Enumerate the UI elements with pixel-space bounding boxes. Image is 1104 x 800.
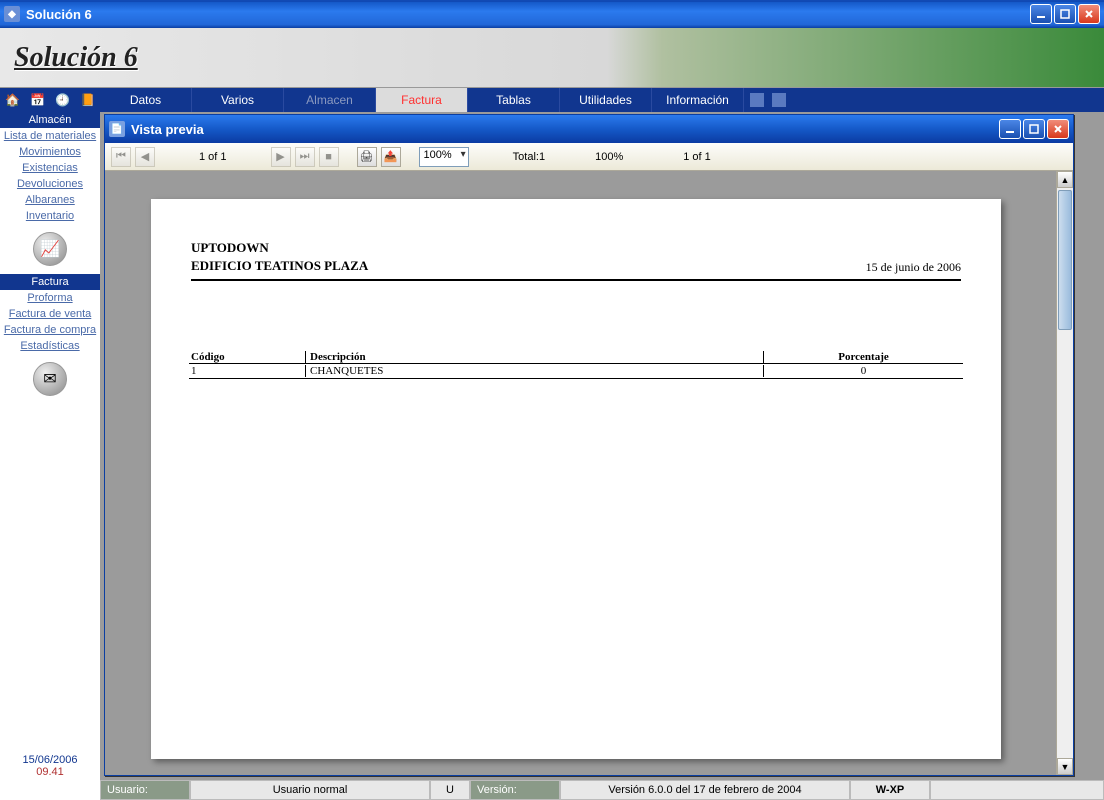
clock-icon[interactable]: 🕘	[55, 92, 71, 108]
page-of-label: 1 of 1	[677, 151, 717, 163]
close-button[interactable]	[1078, 4, 1100, 24]
page-area: UPTODOWN EDIFICIO TEATINOS PLAZA 15 de j…	[105, 171, 1073, 775]
minimize-button[interactable]	[1030, 4, 1052, 24]
nav-tray-icons	[744, 88, 792, 112]
preview-window-icon: 📄	[109, 121, 125, 137]
document-page: UPTODOWN EDIFICIO TEATINOS PLAZA 15 de j…	[151, 199, 1001, 759]
app-titlebar: ◆ Solución 6	[0, 0, 1104, 28]
sidebar-link-factura-compra[interactable]: Factura de compra	[0, 322, 100, 338]
doc-company-line1: UPTODOWN	[191, 239, 368, 257]
main-menu: 🏠 📅 🕘 📙 Datos Varios Almacen Factura Tab…	[0, 88, 1104, 112]
zoom-select[interactable]: 100%	[419, 147, 469, 167]
sidebar-link-albaranes[interactable]: Albaranes	[0, 192, 100, 208]
preview-window: 📄 Vista previa ⏮ ◀ 1 of 1 ▶ ⏭ ■ 🖨 📤 100%	[104, 114, 1074, 776]
status-bar: Usuario: Usuario normal U Versión: Versi…	[0, 780, 1104, 800]
book-icon[interactable]: 📙	[80, 92, 96, 108]
stop-button[interactable]: ■	[319, 147, 339, 167]
nav-factura[interactable]: Factura	[376, 88, 468, 112]
sidebar-time: 09.41	[36, 766, 64, 778]
scroll-down-button[interactable]: ▼	[1057, 758, 1073, 775]
calendar-icon[interactable]: 📅	[30, 92, 46, 108]
nav-icon-group: 🏠 📅 🕘 📙	[0, 88, 100, 112]
nav-tablas[interactable]: Tablas	[468, 88, 560, 112]
app-title: Solución 6	[26, 7, 1028, 22]
preview-title: Vista previa	[131, 122, 997, 137]
banner-title: Solución 6	[14, 42, 138, 74]
print-button[interactable]: 🖨	[357, 147, 377, 167]
sidebar-head-factura: Factura	[0, 274, 100, 290]
col-header-porcentaje: Porcentaje	[763, 351, 963, 363]
nav-almacen[interactable]: Almacen	[284, 88, 376, 112]
doc-table: Código Descripción Porcentaje 1 CHANQUET…	[189, 351, 963, 379]
preview-maximize-button[interactable]	[1023, 119, 1045, 139]
export-button[interactable]: 📤	[381, 147, 401, 167]
maximize-button[interactable]	[1054, 4, 1076, 24]
preview-toolbar: ⏮ ◀ 1 of 1 ▶ ⏭ ■ 🖨 📤 100% Total:1 100% 1…	[105, 143, 1073, 171]
cell-descripcion: CHANQUETES	[305, 365, 763, 377]
total-label: Total:1	[507, 151, 551, 163]
status-os: W-XP	[850, 780, 930, 800]
mail-icon[interactable]: ✉	[33, 362, 67, 396]
preview-titlebar: 📄 Vista previa	[105, 115, 1073, 143]
nav-informacion[interactable]: Información	[652, 88, 744, 112]
prev-page-button[interactable]: ◀	[135, 147, 155, 167]
preview-close-button[interactable]	[1047, 119, 1069, 139]
page-counter-label: 1 of 1	[193, 151, 233, 163]
cell-porcentaje: 0	[763, 365, 963, 377]
scroll-up-button[interactable]: ▲	[1057, 171, 1073, 188]
nav-datos[interactable]: Datos	[100, 88, 192, 112]
sidebar-date: 15/06/2006	[22, 754, 77, 766]
scroll-track[interactable]	[1057, 188, 1073, 758]
workspace: 📄 Vista previa ⏮ ◀ 1 of 1 ▶ ⏭ ■ 🖨 📤 100%	[100, 112, 1104, 780]
next-page-button[interactable]: ▶	[271, 147, 291, 167]
sidebar: Almacén Lista de materiales Movimientos …	[0, 112, 100, 780]
home-icon[interactable]: 🏠	[5, 92, 21, 108]
col-header-descripcion: Descripción	[305, 351, 763, 363]
sidebar-link-movimientos[interactable]: Movimientos	[0, 144, 100, 160]
zoom-percent-label: 100%	[589, 151, 629, 163]
sidebar-head-almacen: Almacén	[0, 112, 100, 128]
cell-codigo: 1	[189, 365, 305, 377]
tray-icon-2[interactable]	[772, 93, 786, 107]
table-row: 1 CHANQUETES 0	[189, 364, 963, 379]
nav-varios[interactable]: Varios	[192, 88, 284, 112]
status-spacer	[930, 780, 1104, 800]
status-usuario-label: Usuario:	[100, 780, 190, 800]
status-u: U	[430, 780, 470, 800]
sidebar-link-factura-venta[interactable]: Factura de venta	[0, 306, 100, 322]
scroll-thumb[interactable]	[1058, 190, 1072, 330]
sidebar-link-lista-materiales[interactable]: Lista de materiales	[0, 128, 100, 144]
first-page-button[interactable]: ⏮	[111, 147, 131, 167]
doc-company-line2: EDIFICIO TEATINOS PLAZA	[191, 257, 368, 275]
vertical-scrollbar[interactable]: ▲ ▼	[1056, 171, 1073, 775]
status-usuario-value: Usuario normal	[190, 780, 430, 800]
sidebar-link-proforma[interactable]: Proforma	[0, 290, 100, 306]
last-page-button[interactable]: ⏭	[295, 147, 315, 167]
sidebar-link-existencias[interactable]: Existencias	[0, 160, 100, 176]
sidebar-link-devoluciones[interactable]: Devoluciones	[0, 176, 100, 192]
nav-utilidades[interactable]: Utilidades	[560, 88, 652, 112]
tray-icon-1[interactable]	[750, 93, 764, 107]
sidebar-link-estadisticas[interactable]: Estadísticas	[0, 338, 100, 354]
doc-date: 15 de junio de 2006	[866, 260, 961, 275]
sidebar-link-inventario[interactable]: Inventario	[0, 208, 100, 224]
preview-minimize-button[interactable]	[999, 119, 1021, 139]
app-banner: Solución 6	[0, 28, 1104, 88]
status-version-label: Versión:	[470, 780, 560, 800]
app-icon: ◆	[4, 6, 20, 22]
col-header-codigo: Código	[189, 351, 305, 363]
chart-icon[interactable]: 📈	[33, 232, 67, 266]
status-version-value: Versión 6.0.0 del 17 de febrero de 2004	[560, 780, 850, 800]
